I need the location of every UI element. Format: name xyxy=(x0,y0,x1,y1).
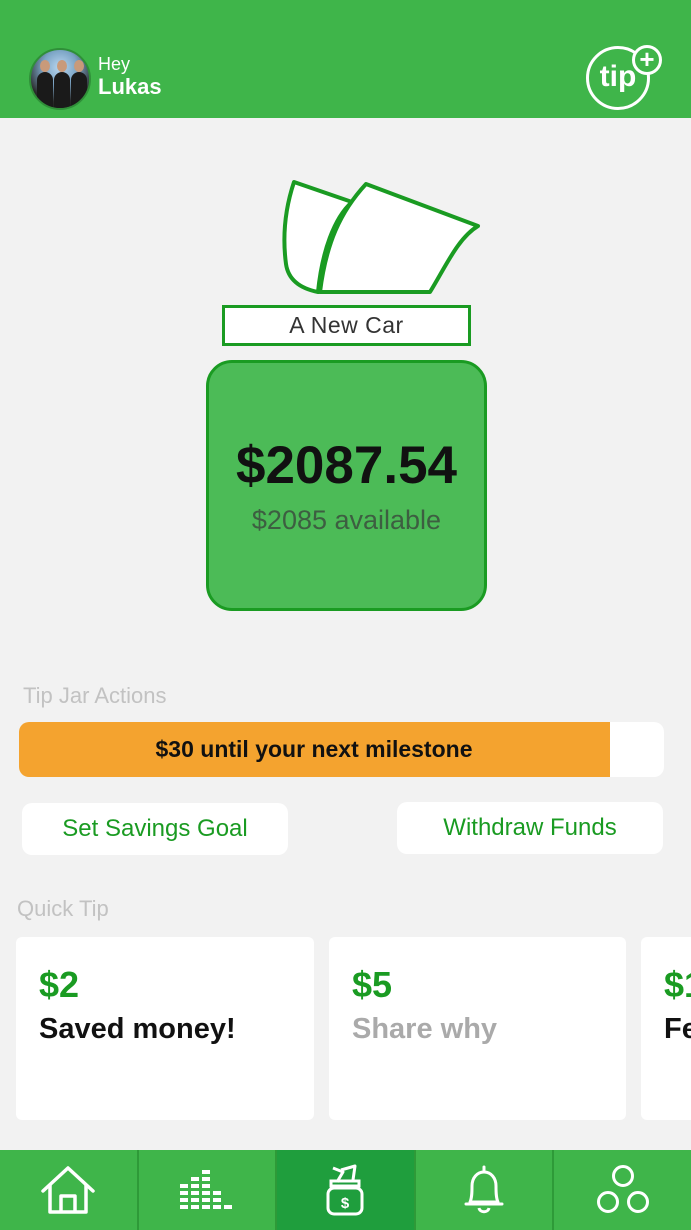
user-name: Lukas xyxy=(98,74,162,99)
home-icon xyxy=(41,1166,96,1214)
tab-more[interactable] xyxy=(554,1150,691,1230)
quick-tip-amount: $5 xyxy=(352,964,393,1005)
set-savings-goal-button[interactable]: Set Savings Goal xyxy=(22,803,288,855)
quick-tip-heading: Quick Tip xyxy=(17,896,109,921)
goal-name-label: A New Car xyxy=(222,305,471,346)
quick-tip-message: Fe xyxy=(664,1013,691,1045)
withdraw-funds-button[interactable]: Withdraw Funds xyxy=(397,802,663,854)
svg-text:$: $ xyxy=(341,1195,350,1212)
tab-stats[interactable] xyxy=(139,1150,278,1230)
circles-icon xyxy=(596,1165,649,1213)
milestone-text: $30 until your next milestone xyxy=(155,736,473,762)
tab-notifications[interactable] xyxy=(416,1150,555,1230)
tab-tip-jar[interactable]: $ xyxy=(277,1150,416,1230)
quick-tip-message: Saved money! xyxy=(39,1013,236,1045)
tip-jar-actions-heading: Tip Jar Actions xyxy=(23,683,167,708)
bell-icon xyxy=(464,1165,504,1214)
avatar[interactable] xyxy=(29,48,91,110)
stats-icon xyxy=(179,1170,232,1209)
milestone-progress-bar: $30 until your next milestone xyxy=(19,722,664,777)
bottom-tab-bar: $ xyxy=(0,1150,691,1230)
money-bills-icon xyxy=(282,180,480,294)
tip-jar-icon: $ xyxy=(326,1164,364,1216)
quick-tip-message-placeholder[interactable]: Share why xyxy=(352,1013,497,1046)
available-balance: $2085 available xyxy=(251,505,442,535)
quick-tip-card[interactable]: $1 Fe xyxy=(641,937,691,1120)
jar-balance: $2087.54 xyxy=(235,436,458,495)
quick-tip-amount: $1 xyxy=(664,964,691,1005)
quick-tip-card[interactable]: $5 Share why xyxy=(329,937,626,1120)
quick-tip-amount: $2 xyxy=(39,964,80,1005)
tab-home[interactable] xyxy=(0,1150,139,1230)
greeting: Hey Lukas xyxy=(98,54,162,100)
greeting-text: Hey xyxy=(98,54,131,74)
plus-icon[interactable]: + xyxy=(632,45,662,75)
tip-jar[interactable]: $2087.54 $2085 available xyxy=(206,360,487,611)
app-header: Hey Lukas tip + xyxy=(0,0,691,118)
quick-tip-card[interactable]: $2 Saved money! xyxy=(16,937,314,1120)
